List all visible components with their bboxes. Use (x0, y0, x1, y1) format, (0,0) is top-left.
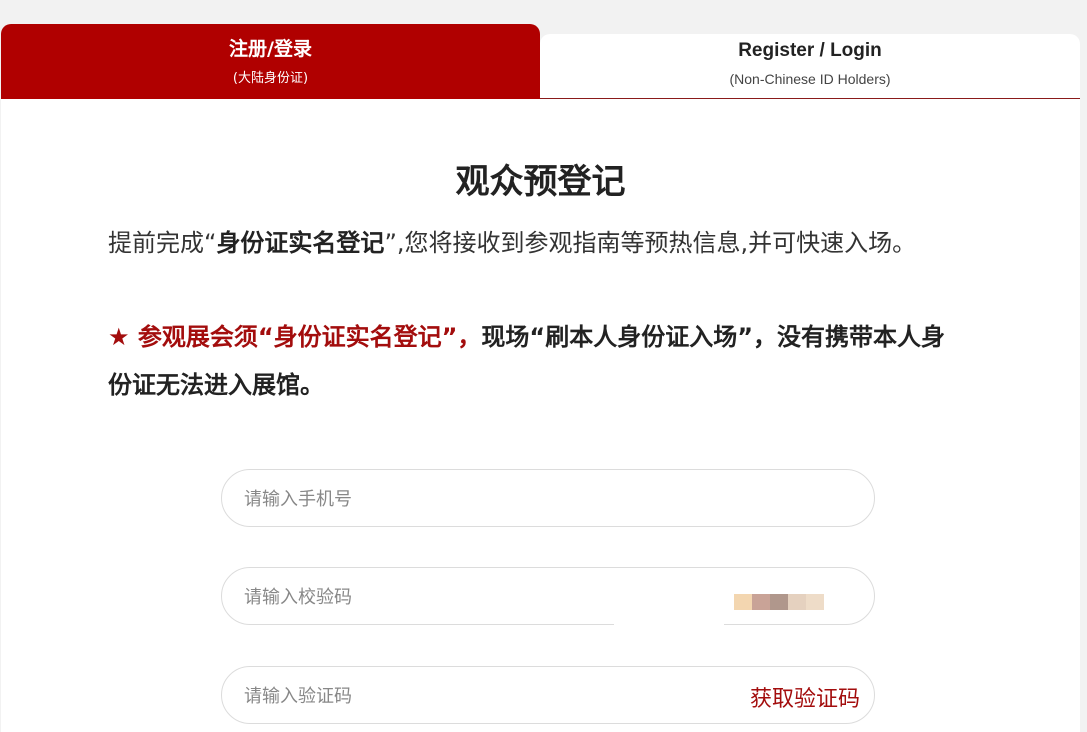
registration-panel: 观众预登记 提前完成“身份证实名登记”,您将接收到参观指南等预热信息,并可快速入… (1, 99, 1080, 732)
notice-red-text: 参观展会须“身份证实名登记”， (129, 323, 482, 351)
tab-non-chinese-id[interactable]: Register / Login (Non-Chinese ID Holders… (540, 34, 1080, 99)
registration-page: 注册/登录 (大陆身份证) Register / Login (Non-Chin… (0, 0, 1087, 732)
captcha-mask (614, 569, 724, 629)
page-title: 观众预登记 (455, 162, 626, 202)
phone-input[interactable] (242, 470, 726, 528)
intro-post: ”,您将接收到参观指南等预热信息,并可快速入场。 (384, 229, 917, 257)
captcha-pixel (806, 594, 824, 610)
tab-non-chinese-id-label: Register / Login (738, 40, 882, 61)
sms-code-input[interactable] (242, 667, 726, 725)
tab-mainland-id-sublabel: (大陆身份证) (232, 71, 309, 86)
star-icon: ★ (108, 323, 130, 351)
captcha-pixel (788, 594, 806, 610)
phone-field (221, 469, 875, 528)
captcha-pixel (770, 594, 788, 610)
intro-pre: 提前完成“ (108, 229, 217, 257)
get-code-button[interactable]: 获取验证码 (750, 681, 860, 713)
intro-emphasis: 身份证实名登记 (216, 229, 385, 257)
captcha-pixel (734, 594, 752, 610)
captcha-field (221, 567, 875, 629)
tab-mainland-id-label: 注册/登录 (229, 38, 312, 60)
tab-non-chinese-id-sublabel: (Non-Chinese ID Holders) (729, 71, 891, 87)
intro-text: 提前完成“身份证实名登记”,您将接收到参观指南等预热信息,并可快速入场。 (108, 219, 968, 267)
captcha-image[interactable] (614, 569, 864, 629)
captcha-pixel (752, 594, 770, 610)
id-notice: ★ 参观展会须“身份证实名登记”，现场“刷本人身份证入场”，没有携带本人身份证无… (108, 313, 968, 409)
tab-mainland-id[interactable]: 注册/登录 (大陆身份证) (1, 24, 540, 99)
sms-code-field: 获取验证码 (221, 666, 875, 725)
